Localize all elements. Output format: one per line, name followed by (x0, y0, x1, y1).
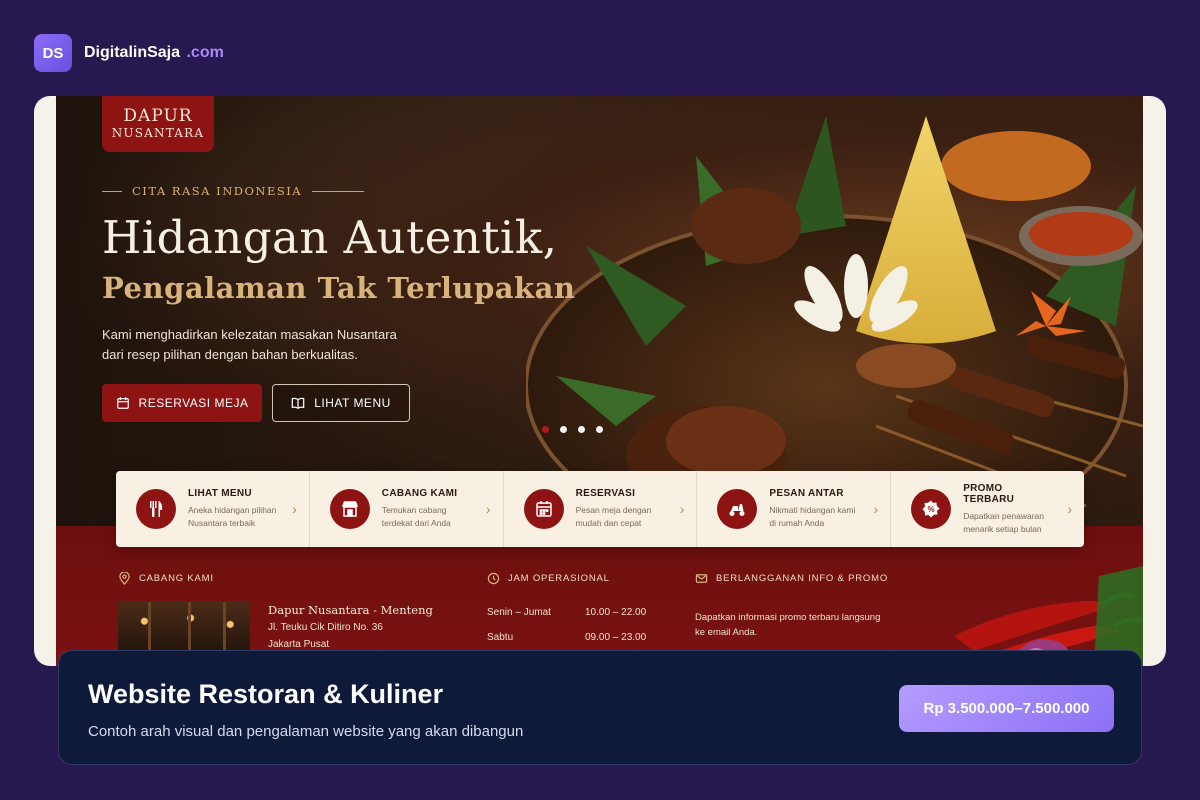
site-logo[interactable]: DAPUR NUSANTARA (102, 96, 214, 152)
project-banner: Website Restoran & Kuliner Contoh arah v… (58, 650, 1142, 765)
hours-heading-text: JAM OPERASIONAL (508, 573, 610, 584)
clock-icon (487, 572, 500, 585)
feature-card-menu[interactable]: LIHAT MENU Aneka hidangan pilihan Nusant… (116, 471, 310, 547)
eyebrow-line-left (102, 190, 122, 192)
feature-card-reservation[interactable]: RESERVASI Pesan meja dengan mudah dan ce… (504, 471, 698, 547)
feature-description: Dapatkan penawaran menarik setiap bulan (963, 510, 1044, 534)
utensils-icon (136, 489, 176, 529)
branch-city: Jakarta Pusat (268, 639, 330, 650)
hero-description: Kami menghadirkan kelezatan masakan Nusa… (102, 327, 397, 362)
slider-dots (542, 426, 603, 433)
feature-description: Aneka hidangan pilihan Nusantara terbaik (188, 505, 277, 528)
feature-description: Nikmati hidangan kami di rumah Anda (769, 505, 856, 528)
store-icon (329, 489, 370, 529)
feature-card-promo[interactable]: % PROMO TERBARU Dapatkan penawaran menar… (891, 471, 1084, 547)
preview-frame: DAPUR NUSANTARA CITA RASA INDONESIA Hida… (34, 96, 1166, 666)
slider-dot-1[interactable] (542, 426, 549, 433)
book-icon (291, 397, 305, 409)
eyebrow-line-right (312, 190, 365, 192)
feature-card-branches[interactable]: CABANG KAMI Temukan cabang terdekat dari… (310, 471, 504, 547)
scooter-icon (717, 489, 758, 529)
eyebrow-text: CITA RASA INDONESIA (132, 184, 303, 198)
chevron-right-icon: › (873, 501, 879, 517)
reserve-table-label: RESERVASI MEJA (138, 396, 249, 410)
slider-dot-3[interactable] (578, 426, 585, 433)
branches-heading-text: CABANG KAMI (139, 573, 214, 584)
feature-description: Temukan cabang terdekat dari Anda (381, 505, 451, 528)
calendar-icon (523, 489, 564, 529)
banner-subtitle: Contoh arah visual dan pengalaman websit… (88, 723, 524, 740)
hours-heading: JAM OPERASIONAL (487, 572, 610, 585)
food-platter-image (526, 116, 1143, 526)
slider-dot-4[interactable] (596, 426, 603, 433)
feature-card-delivery[interactable]: PESAN ANTAR Nikmati hidangan kami di rum… (697, 471, 892, 547)
slider-dot-2[interactable] (560, 426, 567, 433)
svg-text:%: % (928, 505, 935, 514)
feature-title: RESERVASI (575, 488, 636, 499)
hours-day: Sabtu (487, 632, 514, 643)
view-menu-label: LIHAT MENU (314, 396, 391, 410)
view-menu-button[interactable]: LIHAT MENU (272, 384, 410, 422)
calendar-icon (116, 397, 129, 409)
brand-name: DigitalinSaja (84, 44, 181, 61)
feature-title: PROMO TERBARU (963, 482, 1015, 505)
brand[interactable]: DS DigitalinSaja .com (34, 34, 224, 72)
hours-day: Senin – Jumat (487, 607, 551, 618)
chevron-right-icon: › (679, 501, 685, 517)
hero-eyebrow: CITA RASA INDONESIA (102, 184, 365, 198)
newsletter-heading: BERLANGGANAN INFO & PROMO (695, 572, 888, 585)
restaurant-website: DAPUR NUSANTARA CITA RASA INDONESIA Hida… (56, 96, 1143, 666)
feature-title: CABANG KAMI (381, 488, 458, 499)
location-pin-icon (119, 572, 130, 585)
reserve-table-button[interactable]: RESERVASI MEJA (102, 384, 262, 422)
branch-address: Jl. Teuku Cik Ditiro No. 36 (268, 622, 383, 633)
brand-logo: DS (34, 34, 72, 72)
chevron-right-icon: › (1067, 501, 1072, 517)
brand-tld: .com (186, 44, 224, 61)
newsletter-text: Dapatkan informasi promo terbaru langsun… (695, 612, 881, 638)
info-section: CABANG KAMI Dapur Nusantara - Menteng Jl… (56, 526, 1143, 666)
feature-title: PESAN ANTAR (769, 488, 844, 499)
hours-time: 09.00 – 23.00 (585, 632, 647, 643)
mail-icon (695, 574, 708, 583)
feature-description: Pesan meja dengan mudah dan cepat (575, 505, 652, 528)
discount-icon: % (911, 489, 952, 529)
newsletter-heading-text: BERLANGGANAN INFO & PROMO (716, 573, 889, 584)
branch-name[interactable]: Dapur Nusantara - Menteng (268, 603, 433, 617)
hero-title: Hidangan Autentik, (102, 211, 558, 264)
price-badge[interactable]: Rp 3.500.000–7.500.000 (899, 685, 1114, 732)
site-logo-line2: NUSANTARA (111, 126, 205, 140)
hero-section: DAPUR NUSANTARA CITA RASA INDONESIA Hida… (56, 96, 1143, 526)
chevron-right-icon: › (292, 501, 297, 517)
hero-subtitle: Pengalaman Tak Terlupakan (102, 271, 576, 305)
feature-title: LIHAT MENU (188, 488, 252, 499)
site-logo-line1: DAPUR (123, 106, 193, 126)
banner-title: Website Restoran & Kuliner (88, 679, 444, 709)
chevron-right-icon: › (485, 501, 491, 517)
branches-heading: CABANG KAMI (118, 572, 214, 585)
feature-cards: LIHAT MENU Aneka hidangan pilihan Nusant… (116, 471, 1084, 547)
hours-time: 10.00 – 22.00 (585, 607, 647, 618)
